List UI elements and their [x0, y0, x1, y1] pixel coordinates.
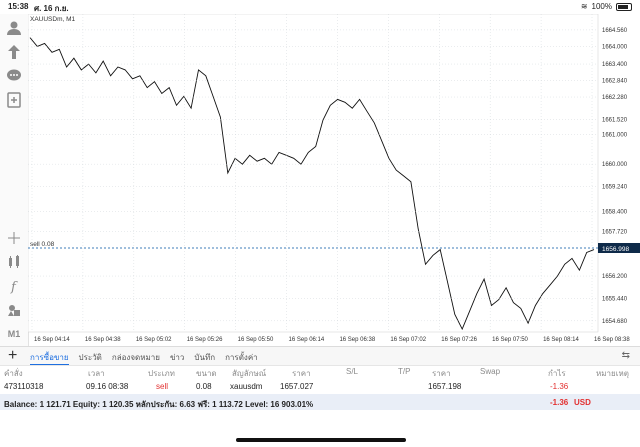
signals-icon[interactable]: [4, 42, 24, 62]
chart-area[interactable]: sell 0.08 XAUUSDm, M1 1664.560 1664.000 16…: [28, 14, 640, 346]
bottom-toolbar: + การซื้อขาย ประวัติ กล่องจดหมาย ข่าว บันทึก…: [0, 346, 640, 366]
x-tick-label: 16 Sep 07:02: [390, 337, 426, 343]
symbol-label: XAUUSDm, M1: [30, 16, 76, 23]
x-tick-label: 16 Sep 04:14: [34, 337, 70, 343]
y-tick-label: 1661.520: [602, 117, 628, 123]
objects-icon[interactable]: [4, 300, 24, 320]
x-tick-label: 16 Sep 08:14: [543, 337, 579, 343]
header-swap: Swap: [480, 367, 501, 376]
balance-currency: USD: [574, 398, 591, 407]
status-right: ≋ 100%: [581, 2, 632, 11]
header-tp: T/P: [398, 367, 411, 376]
table-row[interactable]: 473110318 09.16 08:38 sell 0.08 xauusdm …: [0, 378, 640, 394]
order-number: 473110318: [4, 382, 44, 391]
sort-icon[interactable]: ⇆: [622, 350, 630, 361]
svg-text:f: f: [10, 280, 18, 294]
current-price-text: 1656.998: [602, 246, 629, 253]
order-symbol: xauusdm: [230, 382, 263, 391]
y-tick-label: 1659.240: [602, 185, 628, 191]
y-tick-label: 1660.000: [602, 162, 628, 168]
x-tick-label: 16 Sep 07:50: [492, 337, 528, 343]
tab-4[interactable]: บันทึก: [194, 351, 215, 365]
y-tick-label: 1663.400: [602, 62, 628, 68]
y-tick-label: 1664.560: [602, 28, 628, 34]
y-tick-label: 1664.000: [602, 44, 628, 50]
y-tick-label: 1662.280: [602, 95, 628, 101]
tab-1[interactable]: ประวัติ: [79, 351, 102, 365]
x-tick-label: 16 Sep 08:38: [594, 337, 630, 343]
tabs-bar: การซื้อขาย ประวัติ กล่องจดหมาย ข่าว บันทึก กา…: [30, 351, 258, 365]
battery-percent: 100%: [591, 2, 612, 11]
add-order-button[interactable]: +: [8, 347, 17, 365]
user-icon[interactable]: [4, 18, 24, 38]
battery-icon: [616, 2, 632, 11]
y-tick-label: 1655.440: [602, 296, 628, 302]
x-tick-label: 16 Sep 04:38: [85, 337, 121, 343]
open-price: 1657.027: [280, 382, 314, 391]
x-tick-label: 16 Sep 05:50: [238, 337, 274, 343]
chart-type-icon[interactable]: [4, 252, 24, 272]
header-sl: S/L: [346, 367, 359, 376]
y-tick-label: 1658.400: [602, 209, 628, 215]
table-header: คำสั่ง เวลา ประเภท ขนาด สัญลักษณ์ ราคา S…: [0, 364, 640, 378]
x-tick-label: 16 Sep 07:26: [441, 337, 477, 343]
price-chart[interactable]: sell 0.08 XAUUSDm, M1 1664.560 1664.000 16…: [28, 14, 640, 346]
left-toolbar: f M1: [0, 14, 29, 346]
balance-row: Balance: 1 121.71 Equity: 1 120.35 หลักป…: [0, 394, 640, 410]
chat-icon[interactable]: [4, 66, 24, 86]
x-tick-label: 16 Sep 05:26: [187, 337, 223, 343]
order-time: 09.16 08:38: [86, 382, 129, 391]
status-time: 15:38: [8, 2, 29, 11]
x-tick-label: 16 Sep 06:38: [339, 337, 375, 343]
tab-3[interactable]: ข่าว: [170, 351, 184, 365]
current-price: 1657.198: [428, 382, 462, 391]
y-tick-label: 1662.840: [602, 79, 628, 85]
home-indicator: [236, 438, 406, 442]
x-tick-label: 16 Sep 05:02: [136, 337, 172, 343]
crosshair-icon[interactable]: [4, 228, 24, 248]
order-type: sell: [156, 382, 169, 391]
sell-label: sell 0.08: [30, 241, 55, 248]
tab-5[interactable]: การตั้งค่า: [225, 351, 258, 365]
balance-profit: -1.36: [550, 398, 569, 407]
indicators-icon[interactable]: f: [4, 276, 24, 296]
tab-2[interactable]: กล่องจดหมาย: [112, 351, 160, 365]
profit-value: -1.36: [550, 382, 569, 391]
y-tick-label: 1654.680: [602, 319, 628, 325]
trade-table: คำสั่ง เวลา ประเภท ขนาด สัญลักษณ์ ราคา S…: [0, 364, 640, 410]
y-tick-label: 1656.200: [602, 274, 628, 280]
status-bar: 15:38 ศ. 16 ก.ย. ≋ 100%: [0, 0, 640, 14]
x-tick-label: 16 Sep 06:14: [289, 337, 325, 343]
y-tick-label: 1657.720: [602, 229, 628, 235]
balance-summary: Balance: 1 121.71 Equity: 1 120.35 หลักป…: [4, 400, 314, 409]
y-tick-label: 1661.000: [602, 133, 628, 139]
wifi-icon: ≋: [580, 2, 588, 11]
order-size: 0.08: [196, 382, 212, 391]
tab-0[interactable]: การซื้อขาย: [30, 351, 69, 365]
new-order-icon[interactable]: [4, 90, 24, 110]
timeframe-badge[interactable]: M1: [4, 324, 24, 344]
